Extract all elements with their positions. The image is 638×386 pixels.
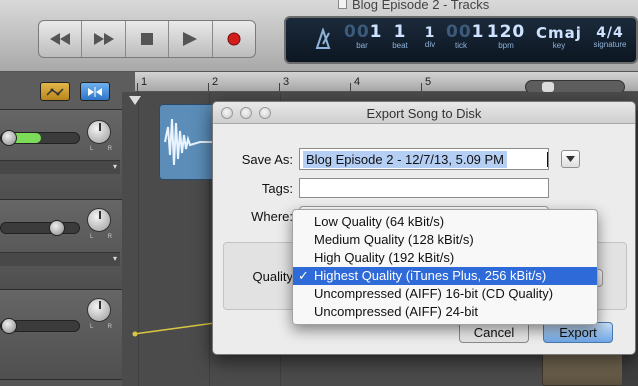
lcd-tick: 001 tick xyxy=(446,22,485,50)
lcd-tempo: 120 bpm xyxy=(486,22,526,50)
app-titlebar: Blog Episode 2 - Tracks 001 bar 1 beat 1… xyxy=(0,0,638,72)
lcd-display[interactable]: 001 bar 1 beat 1 div 001 tick 120 bpm Cm… xyxy=(284,16,638,64)
rewind-button[interactable] xyxy=(39,21,83,57)
cancel-button[interactable]: Cancel xyxy=(459,322,529,343)
waveform-icon xyxy=(164,118,218,166)
record-button[interactable] xyxy=(213,21,255,57)
automation-curve[interactable] xyxy=(132,318,222,338)
metronome-icon[interactable] xyxy=(312,28,334,50)
dialog-titlebar: Export Song to Disk xyxy=(213,102,635,124)
menu-item-label: Uncompressed (AIFF) 16-bit (CD Quality) xyxy=(314,286,554,301)
play-button[interactable] xyxy=(169,21,213,57)
tags-field[interactable] xyxy=(299,178,549,198)
menu-item-high-quality[interactable]: High Quality (192 kBit/s) xyxy=(293,249,597,267)
menu-item-label: Low Quality (64 kBit/s) xyxy=(314,214,445,229)
fast-forward-button[interactable] xyxy=(82,21,126,57)
menu-item-label: Medium Quality (128 kBit/s) xyxy=(314,232,474,247)
pan-knob[interactable] xyxy=(87,208,111,232)
check-icon: ✓ xyxy=(298,268,309,283)
flex-time-button[interactable] xyxy=(80,82,110,101)
menu-item-aiff-16bit[interactable]: Uncompressed (AIFF) 16-bit (CD Quality) xyxy=(293,285,597,303)
save-as-value: Blog Episode 2 - 12/7/13, 5.09 PM xyxy=(303,151,508,168)
export-button[interactable]: Export xyxy=(543,322,613,343)
window-title: Blog Episode 2 - Tracks xyxy=(352,0,490,12)
track-header[interactable]: LR xyxy=(0,290,122,380)
menu-item-aiff-24bit[interactable]: Uncompressed (AIFF) 24-bit xyxy=(293,303,597,321)
track-header[interactable]: LR ▾ xyxy=(0,200,122,290)
chevron-down-icon xyxy=(566,156,575,162)
menu-item-label: Highest Quality (iTunes Plus, 256 kBit/s… xyxy=(314,268,547,283)
menu-item-low-quality[interactable]: Low Quality (64 kBit/s) xyxy=(293,213,597,231)
ruler-tick: 1 xyxy=(141,76,148,88)
quality-label: Quality xyxy=(252,269,293,284)
save-as-label: Save As: xyxy=(241,152,293,167)
track-dropdown[interactable]: ▾ xyxy=(0,160,120,174)
automation-icon xyxy=(46,87,64,96)
where-label: Where: xyxy=(251,209,293,224)
rewind-icon xyxy=(50,33,71,45)
menu-item-medium-quality[interactable]: Medium Quality (128 kBit/s) xyxy=(293,231,597,249)
lcd-signature: 4/4 signature xyxy=(593,25,627,49)
pan-knob[interactable] xyxy=(87,120,111,144)
flex-icon xyxy=(88,86,102,97)
quality-menu: Low Quality (64 kBit/s) Medium Quality (… xyxy=(292,209,598,325)
volume-slider[interactable] xyxy=(0,130,80,146)
lcd-div: 1 div xyxy=(424,25,436,49)
transport-controls xyxy=(38,20,256,58)
volume-slider[interactable] xyxy=(0,220,80,236)
tags-label: Tags: xyxy=(261,181,293,196)
dialog-title: Export Song to Disk xyxy=(366,106,482,121)
ruler-tick: 4 xyxy=(354,76,361,88)
ruler-tick: 2 xyxy=(212,76,219,88)
ruler-tick: 5 xyxy=(425,76,432,88)
lcd-bar: 001 bar xyxy=(344,22,383,50)
track-headers: LR ▾ LR ▾ LR xyxy=(0,110,122,386)
document-icon xyxy=(338,0,347,9)
track-dropdown[interactable]: ▾ xyxy=(0,252,120,266)
pan-knob[interactable] xyxy=(87,298,111,322)
audio-region[interactable] xyxy=(159,104,219,180)
playhead[interactable] xyxy=(129,96,141,105)
record-icon xyxy=(227,32,241,46)
expand-button[interactable] xyxy=(561,150,580,168)
volume-slider[interactable] xyxy=(0,318,80,334)
lcd-key: Cmaj key xyxy=(536,24,582,50)
menu-item-label: High Quality (192 kBit/s) xyxy=(314,250,455,265)
fast-forward-icon xyxy=(93,33,114,45)
menu-item-highest-quality[interactable]: ✓ Highest Quality (iTunes Plus, 256 kBit/… xyxy=(293,267,597,285)
stop-icon xyxy=(141,33,154,45)
track-header[interactable]: LR ▾ xyxy=(0,110,122,200)
automation-toggle-button[interactable] xyxy=(40,82,70,101)
play-icon xyxy=(183,32,198,46)
lcd-beat: 1 beat xyxy=(392,22,408,50)
ruler-tick: 3 xyxy=(283,76,290,88)
menu-item-label: Uncompressed (AIFF) 24-bit xyxy=(314,304,478,319)
stop-button[interactable] xyxy=(126,21,170,57)
save-as-field[interactable]: Blog Episode 2 - 12/7/13, 5.09 PM xyxy=(299,148,549,170)
